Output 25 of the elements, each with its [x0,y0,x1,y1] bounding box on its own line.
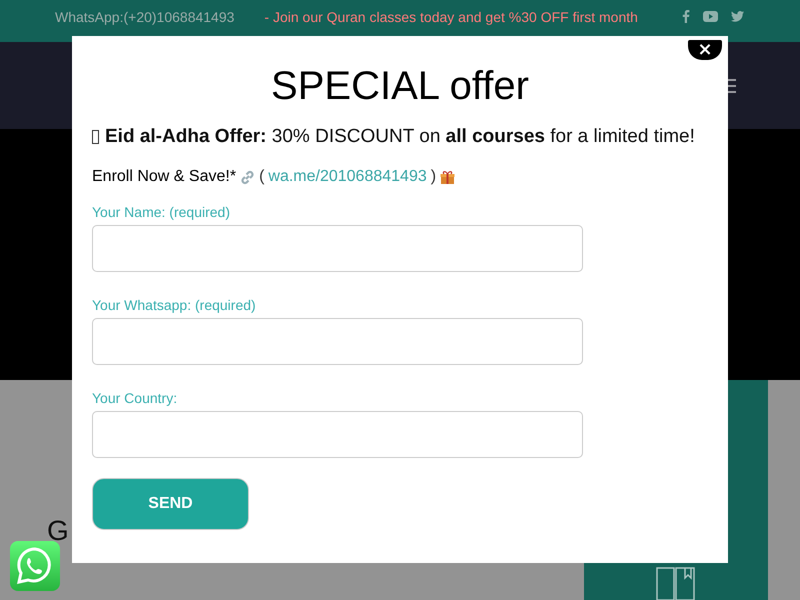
link-icon [240,170,256,184]
youtube-icon[interactable] [703,11,718,22]
field-label: Your Name: (required) [92,203,231,221]
promo-text: - Join our Quran classes today and get %30 OFF first month [264,9,638,26]
section-heading: G [47,515,69,547]
whatsapp-icon[interactable] [10,541,60,591]
facebook-icon[interactable] [682,10,690,23]
book-icon [656,566,696,600]
close-button[interactable]: × [688,40,722,60]
input-field[interactable] [92,318,583,365]
offer-text: Eid al-Adha Offer: 30% DISCOUNT on all courses for a limited time! [105,126,695,148]
whatsapp-link[interactable]: wa.me/201068841493 [268,168,427,186]
send-button[interactable]: SEND [92,478,249,530]
gift-icon [440,170,456,184]
phone-text: WhatsApp:(+20)1068841493 [55,9,234,26]
enroll-text: Enroll Now & Save!* [92,168,236,186]
twitter-icon[interactable] [731,11,744,22]
popup-title: SPECIAL offer [270,63,530,110]
missing-glyph-icon [92,130,99,144]
input-field[interactable] [92,225,583,272]
field-label: Your Country: [92,389,178,407]
input-field[interactable] [92,411,583,458]
parenthesis-text: ( [259,168,264,186]
field-label: Your Whatsapp: (required) [92,296,257,314]
parenthesis-text: ) [430,168,436,186]
